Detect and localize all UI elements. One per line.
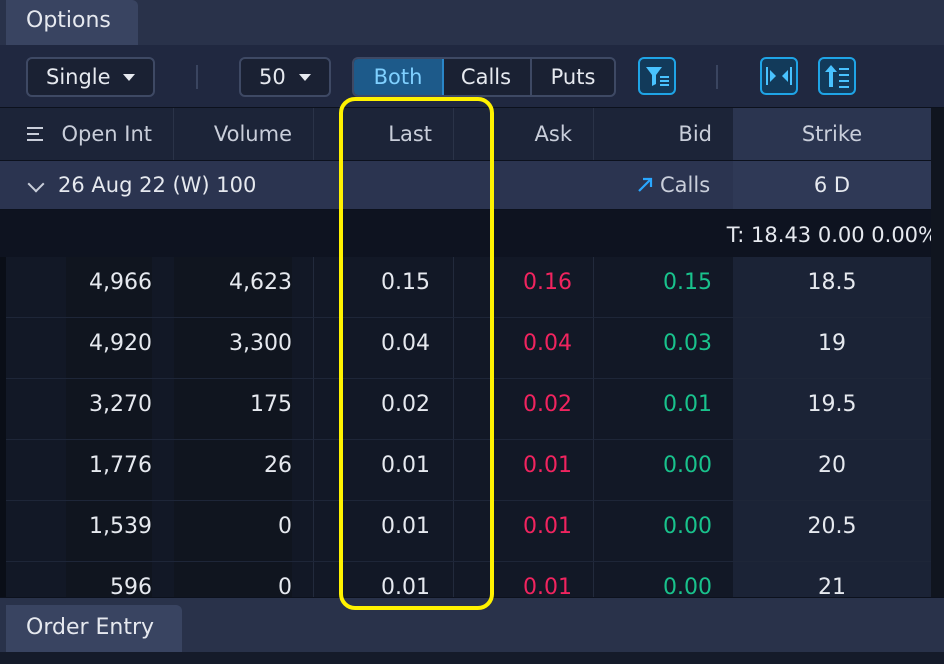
strikes-count-value: 50 (259, 65, 286, 89)
bid-cell[interactable]: 0.15 (620, 257, 712, 317)
segment-puts[interactable]: Puts (530, 59, 614, 95)
calls-side-label: Calls (636, 161, 730, 209)
bid-cell[interactable]: 0.01 (620, 379, 712, 439)
menu-lines-icon[interactable] (27, 126, 45, 142)
split-columns-button[interactable] (760, 57, 798, 95)
right-scrollbar[interactable] (931, 108, 944, 597)
chevron-down-icon[interactable] (27, 175, 45, 193)
strike-cell: 20.5 (733, 501, 931, 561)
strike-cell: 19 (733, 318, 931, 378)
volume-cell: 175 (174, 379, 292, 439)
order-entry-body (0, 652, 944, 664)
column-divider (313, 108, 314, 160)
bid-cell[interactable]: 0.03 (620, 318, 712, 378)
strike-cell: 18.5 (733, 257, 931, 317)
strike-cell: 19.5 (733, 379, 931, 439)
column-divider (313, 257, 314, 317)
bid-cell[interactable]: 0.00 (620, 562, 712, 597)
column-divider (593, 440, 594, 500)
strategy-select[interactable]: Single (26, 57, 155, 97)
ask-cell[interactable]: 0.01 (500, 440, 572, 500)
bid-cell[interactable]: 0.00 (620, 440, 712, 500)
toolbar-divider (196, 65, 198, 89)
open-int-cell: 596 (66, 562, 152, 597)
caret-down-icon (299, 74, 311, 81)
strategy-select-value: Single (46, 65, 111, 89)
days-to-expiration: 6 D (733, 161, 931, 209)
open-int-cell: 4,920 (66, 318, 152, 378)
open-int-cell: 4,966 (66, 257, 152, 317)
open-int-cell: 1,776 (66, 440, 152, 500)
volume-cell: 4,623 (174, 257, 292, 317)
ask-cell[interactable]: 0.01 (500, 501, 572, 561)
options-panel-header (0, 0, 944, 45)
column-divider (313, 440, 314, 500)
last-column-highlight (339, 97, 494, 610)
split-columns-icon (766, 67, 792, 85)
column-divider (593, 379, 594, 439)
volume-cell: 26 (174, 440, 292, 500)
bid-cell[interactable]: 0.00 (620, 501, 712, 561)
header-strike[interactable]: Strike (733, 108, 931, 160)
filter-icon (646, 67, 669, 86)
column-divider (593, 318, 594, 378)
calls-side-text: Calls (660, 173, 711, 197)
ask-cell[interactable]: 0.01 (500, 562, 572, 597)
open-int-cell: 1,539 (66, 501, 152, 561)
header-open-int[interactable]: Open Int (60, 108, 152, 160)
column-divider (593, 257, 594, 317)
toolbar-divider (716, 65, 718, 89)
header-bid[interactable]: Bid (620, 108, 712, 160)
sort-button[interactable] (818, 57, 856, 95)
ask-cell[interactable]: 0.16 (500, 257, 572, 317)
volume-cell: 3,300 (174, 318, 292, 378)
left-gutter (0, 257, 6, 597)
ask-cell[interactable]: 0.02 (500, 379, 572, 439)
column-divider (593, 108, 594, 160)
header-volume[interactable]: Volume (180, 108, 292, 160)
tab-options[interactable]: Options (6, 0, 138, 45)
strikes-count-select[interactable]: 50 (239, 57, 331, 97)
volume-cell: 0 (174, 501, 292, 561)
sort-icon (825, 65, 849, 88)
arrow-up-right-icon (638, 177, 653, 192)
expiration-label: 26 Aug 22 (W) 100 (58, 173, 257, 197)
segment-both[interactable]: Both (354, 59, 444, 95)
filter-button[interactable] (638, 57, 676, 95)
ask-cell[interactable]: 0.04 (500, 318, 572, 378)
caret-down-icon (123, 74, 135, 81)
column-divider (593, 501, 594, 561)
strike-cell: 20 (733, 440, 931, 500)
strike-cell: 21 (733, 562, 931, 597)
side-segmented-control: Both Calls Puts (352, 57, 616, 97)
column-divider (313, 379, 314, 439)
segment-calls[interactable]: Calls (442, 59, 532, 95)
column-divider (173, 108, 174, 160)
column-divider (313, 318, 314, 378)
column-divider (313, 501, 314, 561)
header-ask[interactable]: Ask (496, 108, 572, 160)
underlying-quote: T: 18.43 0.00 0.00% (726, 223, 938, 247)
open-int-cell: 3,270 (66, 379, 152, 439)
tab-order-entry[interactable]: Order Entry (6, 605, 182, 652)
column-divider (593, 562, 594, 597)
volume-cell: 0 (174, 562, 292, 597)
column-divider (313, 562, 314, 597)
